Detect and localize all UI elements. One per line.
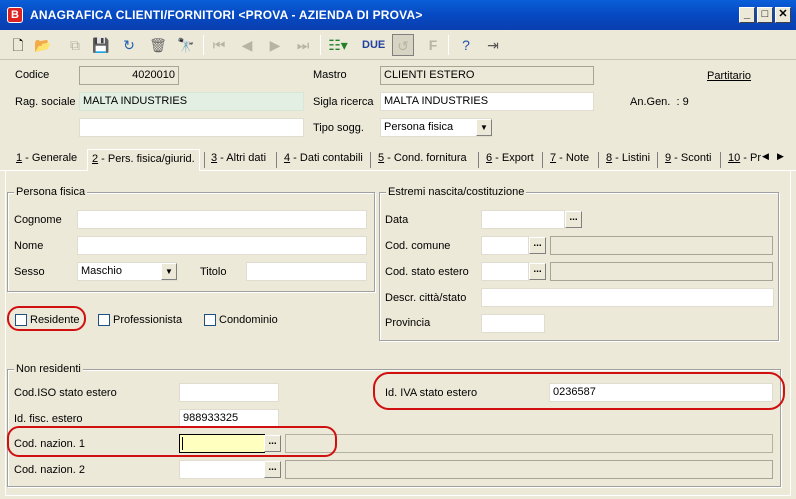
tab-dati-contabili[interactable]: 4 - Dati contabili [284, 152, 363, 164]
naz2-desc-field [285, 460, 773, 479]
new-icon[interactable]: 🗋 [7, 34, 29, 56]
comune-field[interactable] [481, 236, 529, 255]
residente-highlight [7, 306, 86, 331]
provincia-label: Provincia [385, 317, 431, 329]
sesso-label: Sesso [14, 266, 45, 278]
nome-label: Nome [14, 240, 44, 252]
provincia-field[interactable] [481, 314, 545, 333]
iva-highlight [373, 372, 785, 410]
partitario-link[interactable]: Partitario [707, 70, 751, 82]
window-title: ANAGRAFICA CLIENTI/FORNITORI <PROVA - AZ… [30, 8, 423, 22]
search-icon[interactable]: 🔭 [175, 34, 197, 56]
due-icon[interactable]: DUE [362, 34, 385, 56]
next-record-icon[interactable]: ▶ [264, 34, 286, 56]
data-label: Data [385, 214, 409, 226]
stato-lookup-button[interactable]: ... [529, 263, 546, 280]
stato-desc-field [550, 262, 773, 281]
comune-label: Cod. comune [385, 240, 451, 252]
sigla-field[interactable]: MALTA INDUSTRIES [380, 92, 594, 111]
naz2-field[interactable] [179, 460, 265, 479]
data-field[interactable] [481, 210, 565, 229]
condominio-label: Condominio [219, 314, 278, 326]
tab-scroll-left-icon[interactable]: ◀ [762, 151, 769, 162]
condominio-checkbox[interactable] [204, 314, 216, 326]
comune-lookup-button[interactable]: ... [529, 237, 546, 254]
fisc-label: Id. fisc. estero [14, 413, 83, 425]
undo-icon[interactable]: ↻ [118, 34, 140, 56]
tab-note[interactable]: 7 - Note [550, 152, 589, 164]
angen-label: An.Gen. : 9 [630, 96, 689, 108]
titolo-field[interactable] [246, 262, 367, 281]
codice-label: Codice [15, 69, 50, 81]
last-record-icon[interactable]: ⏭ [292, 34, 314, 56]
mastro-field[interactable]: CLIENTI ESTERO [380, 66, 594, 85]
open-icon[interactable]: 📂 [32, 34, 54, 56]
prev-record-icon[interactable]: ◀ [236, 34, 258, 56]
help-icon[interactable]: ? [455, 34, 477, 56]
tab-generale[interactable]: 1 - Generale [16, 152, 77, 164]
tab-cond-fornitura[interactable]: 5 - Cond. fornitura [378, 152, 467, 164]
codice-field[interactable]: 4020010 [79, 66, 179, 85]
professionista-checkbox[interactable] [98, 314, 110, 326]
delete-icon[interactable]: 🗑 [147, 34, 169, 56]
non-residenti-title: Non residenti [14, 363, 83, 375]
naz1-highlight [7, 426, 337, 457]
copy-icon[interactable]: ⧉ [64, 34, 86, 56]
sigla-label: Sigla ricerca [313, 96, 374, 108]
persona-fisica-title: Persona fisica [14, 186, 88, 198]
rag-sociale2-field[interactable] [79, 118, 304, 137]
estremi-title: Estremi nascita/costituzione [386, 186, 527, 198]
stato-estero-field[interactable] [481, 262, 529, 281]
tipo-label: Tipo sogg. [313, 122, 364, 134]
save-icon[interactable]: 💾 [90, 34, 112, 56]
chevron-down-icon[interactable]: ▼ [161, 263, 177, 280]
chevron-down-icon[interactable]: ▼ [476, 119, 492, 136]
cognome-field[interactable] [77, 210, 367, 229]
professionista-label: Professionista [113, 314, 183, 326]
maximize-button[interactable]: □ [757, 7, 773, 23]
first-record-icon[interactable]: ⏮ [208, 34, 230, 56]
close-button[interactable]: ✕ [775, 7, 791, 23]
exit-icon[interactable]: ⇥ [482, 34, 504, 56]
refresh-icon[interactable]: ↺ [392, 34, 414, 56]
list-menu-icon[interactable]: ☷▾ [327, 34, 349, 56]
tab-scroll-right-icon[interactable]: ▶ [777, 151, 784, 162]
rag-sociale-field[interactable]: MALTA INDUSTRIES [79, 92, 304, 111]
naz2-lookup-button[interactable]: ... [264, 461, 281, 478]
minimize-button[interactable]: _ [739, 7, 755, 23]
tab-listini[interactable]: 8 - Listini [606, 152, 650, 164]
naz2-label: Cod. nazion. 2 [14, 464, 85, 476]
rag-sociale-label: Rag. sociale [15, 96, 76, 108]
titolo-label: Titolo [200, 266, 227, 278]
toolbar: 🗋 📂 ⧉ 💾 ↻ 🗑 🔭 ⏮ ◀ ▶ ⏭ ☷▾ DUE ↺ F ? ⇥ [0, 30, 796, 60]
tab-pers-fisica[interactable]: 2 - Pers. fisica/giurid. [87, 149, 200, 171]
iso-field[interactable] [179, 383, 279, 402]
stato-estero-label: Cod. stato estero [385, 266, 469, 278]
tab-pr[interactable]: 10 - Pr [728, 152, 761, 164]
nome-field[interactable] [77, 236, 367, 255]
naz1-desc-field [285, 434, 773, 453]
cognome-label: Cognome [14, 214, 62, 226]
tab-export[interactable]: 6 - Export [486, 152, 534, 164]
title-bar: B ANAGRAFICA CLIENTI/FORNITORI <PROVA - … [0, 0, 796, 30]
data-lookup-button[interactable]: ... [565, 211, 582, 228]
citta-label: Descr. città/stato [385, 292, 467, 304]
tab-altri-dati[interactable]: 3 - Altri dati [211, 152, 266, 164]
citta-field[interactable] [481, 288, 774, 307]
filter-icon[interactable]: F [422, 34, 444, 56]
app-icon: B [7, 7, 23, 23]
mastro-label: Mastro [313, 69, 347, 81]
tab-sconti[interactable]: 9 - Sconti [665, 152, 711, 164]
iso-label: Cod.ISO stato estero [14, 387, 117, 399]
comune-desc-field [550, 236, 773, 255]
tab-strip: 1 - Generale 2 - Pers. fisica/giurid. 3 … [0, 149, 796, 171]
